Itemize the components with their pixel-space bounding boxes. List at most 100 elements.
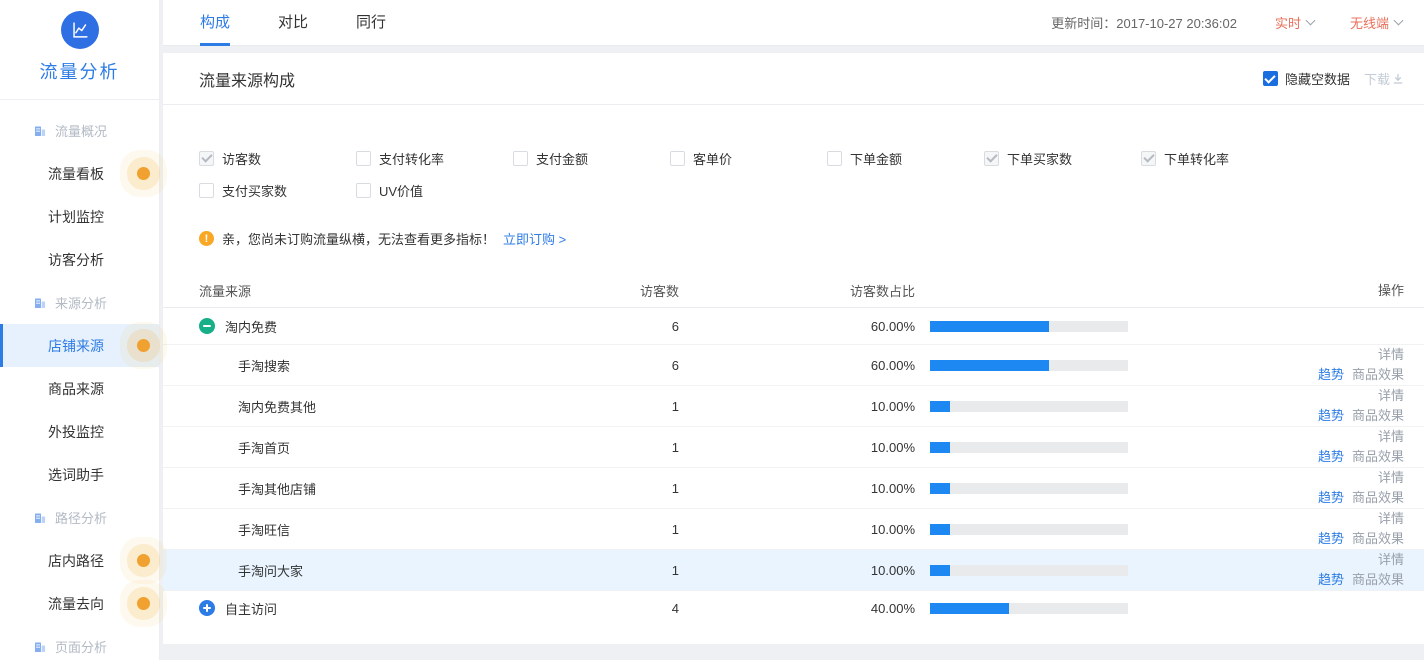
source-name: 手淘旺信	[238, 520, 290, 539]
checkbox-unchecked-icon	[199, 183, 214, 198]
trend-link[interactable]: 趋势	[1318, 490, 1344, 505]
sidebar-item-计划监控[interactable]: 计划监控	[0, 195, 159, 238]
sidebar-item-label: 访客分析	[48, 250, 104, 270]
detail-link[interactable]: 详情	[1378, 470, 1404, 485]
download-button[interactable]: 下载	[1364, 69, 1404, 88]
product-effect-link[interactable]: 商品效果	[1352, 531, 1404, 546]
detail-link[interactable]: 详情	[1378, 388, 1404, 403]
visitors-value: 1	[599, 481, 679, 496]
sidebar-item-商品来源[interactable]: 商品来源	[0, 367, 159, 410]
metric-label: 支付买家数	[222, 181, 287, 200]
trend-link[interactable]: 趋势	[1318, 449, 1344, 464]
table-row: 手淘问大家110.00%详情趋势商品效果	[163, 550, 1424, 591]
tab-compare[interactable]: 对比	[278, 0, 308, 46]
sidebar-item-label: 店铺来源	[48, 336, 104, 356]
metric-checkbox-访客数: 访客数	[199, 145, 356, 171]
bar-fill	[930, 321, 1049, 332]
checkbox-checked-disabled-icon	[984, 151, 999, 166]
bar-fill	[930, 603, 1009, 614]
metric-checkbox-支付转化率[interactable]: 支付转化率	[356, 145, 513, 171]
trend-link[interactable]: 趋势	[1318, 572, 1344, 587]
table-header-row: 流量来源 访客数 访客数占比 操作	[163, 274, 1424, 308]
hide-empty-data-checkbox[interactable]: 隐藏空数据	[1263, 69, 1350, 88]
visitor-share-bar-cell	[915, 603, 1155, 614]
trend-link[interactable]: 趋势	[1318, 531, 1344, 546]
sidebar-item-店内路径[interactable]: 店内路径	[0, 539, 159, 582]
metric-checkbox-下单金额[interactable]: 下单金额	[827, 145, 984, 171]
metric-checkbox-group: 访客数支付转化率支付金额客单价下单金额下单买家数下单转化率支付买家数UV价值	[163, 105, 1353, 209]
metric-checkbox-客单价[interactable]: 客单价	[670, 145, 827, 171]
source-name-cell: 手淘旺信	[199, 520, 599, 539]
detail-link[interactable]: 详情	[1378, 347, 1404, 362]
subscribe-now-link[interactable]: 立即订购 >	[503, 229, 566, 248]
realtime-dropdown[interactable]: 实时	[1275, 13, 1314, 32]
checkbox-checked-icon	[1263, 71, 1278, 86]
actions-line-1: 详情	[1155, 345, 1404, 365]
expand-plus-icon[interactable]	[199, 600, 215, 616]
download-label: 下载	[1364, 69, 1390, 88]
sidebar-section-页面分析: 页面分析	[0, 625, 159, 660]
visitor-share-value: 10.00%	[679, 399, 915, 414]
trend-link[interactable]: 趋势	[1318, 408, 1344, 423]
detail-link[interactable]: 详情	[1378, 511, 1404, 526]
sidebar-item-流量看板[interactable]: 流量看板	[0, 152, 159, 195]
product-effect-link[interactable]: 商品效果	[1352, 408, 1404, 423]
product-effect-link[interactable]: 商品效果	[1352, 367, 1404, 382]
product-effect-link[interactable]: 商品效果	[1352, 449, 1404, 464]
source-name: 手淘搜索	[238, 356, 290, 375]
visitor-share-value: 40.00%	[679, 601, 915, 616]
checkbox-unchecked-icon	[513, 151, 528, 166]
metric-label: 客单价	[693, 149, 732, 168]
visitor-share-value: 10.00%	[679, 563, 915, 578]
building-icon	[33, 296, 47, 310]
source-name: 手淘首页	[238, 438, 290, 457]
sidebar-item-选词助手[interactable]: 选词助手	[0, 453, 159, 496]
device-dropdown[interactable]: 无线端	[1350, 13, 1402, 32]
actions-cell: 详情趋势商品效果	[1155, 509, 1404, 549]
visitor-share-bar-cell	[915, 321, 1155, 332]
table-body: 淘内免费660.00%手淘搜索660.00%详情趋势商品效果淘内免费其他110.…	[163, 308, 1424, 625]
traffic-source-table: 流量来源 访客数 访客数占比 操作 淘内免费660.00%手淘搜索660.00%…	[163, 274, 1424, 625]
metric-label: 支付金额	[536, 149, 588, 168]
metric-label: UV价值	[379, 181, 423, 200]
traffic-source-panel: 流量来源构成 隐藏空数据 下载	[163, 53, 1424, 644]
download-icon	[1392, 73, 1404, 85]
sidebar-item-流量去向[interactable]: 流量去向	[0, 582, 159, 625]
sidebar-item-访客分析[interactable]: 访客分析	[0, 238, 159, 281]
actions-line-2: 趋势商品效果	[1155, 529, 1404, 549]
sidebar-section-label: 来源分析	[55, 293, 107, 312]
detail-link[interactable]: 详情	[1378, 552, 1404, 567]
sidebar-item-外投监控[interactable]: 外投监控	[0, 410, 159, 453]
collapse-minus-icon[interactable]	[199, 318, 215, 334]
notification-dot-badge	[137, 554, 150, 567]
column-header-actions: 操作	[1155, 281, 1404, 301]
product-effect-link[interactable]: 商品效果	[1352, 572, 1404, 587]
visitor-share-bar-cell	[915, 442, 1155, 453]
sidebar-item-店铺来源[interactable]: 店铺来源	[0, 324, 159, 367]
notice-text: 亲，您尚未订购流量纵横，无法查看更多指标！	[222, 229, 495, 248]
source-name: 手淘问大家	[238, 561, 303, 580]
metric-checkbox-支付金额[interactable]: 支付金额	[513, 145, 670, 171]
detail-link[interactable]: 详情	[1378, 429, 1404, 444]
bar-track	[930, 401, 1128, 412]
metric-checkbox-下单买家数: 下单买家数	[984, 145, 1141, 171]
actions-cell: 详情趋势商品效果	[1155, 345, 1404, 385]
tab-composition[interactable]: 构成	[200, 0, 230, 46]
visitor-share-bar-cell	[915, 401, 1155, 412]
sidebar-section-路径分析: 路径分析	[0, 496, 159, 539]
source-name: 淘内免费	[225, 317, 277, 336]
actions-cell: 详情趋势商品效果	[1155, 427, 1404, 467]
trend-link[interactable]: 趋势	[1318, 367, 1344, 382]
actions-cell: 详情趋势商品效果	[1155, 468, 1404, 508]
column-header-visitors: 访客数	[599, 281, 679, 300]
metric-checkbox-UV价值[interactable]: UV价值	[356, 177, 513, 203]
tab-peers[interactable]: 同行	[356, 0, 386, 46]
metric-checkbox-支付买家数[interactable]: 支付买家数	[199, 177, 356, 203]
product-effect-link[interactable]: 商品效果	[1352, 490, 1404, 505]
update-time: 更新时间：2017-10-27 20:36:02	[1051, 13, 1237, 32]
source-name-cell: 淘内免费	[199, 317, 599, 336]
building-icon	[33, 640, 47, 654]
source-name-cell: 手淘搜索	[199, 356, 599, 375]
warning-icon: !	[199, 231, 214, 246]
bar-fill	[930, 483, 950, 494]
